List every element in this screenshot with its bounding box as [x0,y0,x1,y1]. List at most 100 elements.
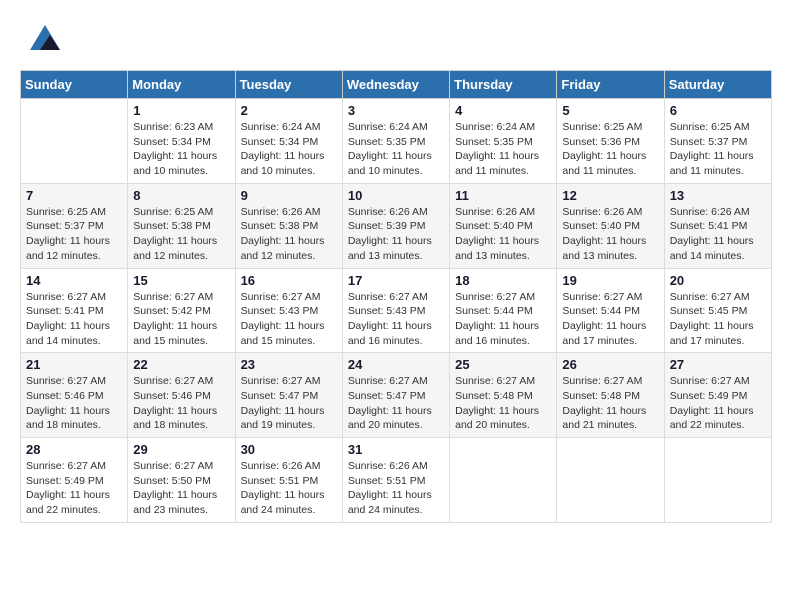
calendar-cell: 10Sunrise: 6:26 AMSunset: 5:39 PMDayligh… [342,183,449,268]
calendar-day-header: Sunday [21,71,128,99]
day-number: 29 [133,442,229,457]
day-number: 19 [562,273,658,288]
day-info: Sunrise: 6:26 AMSunset: 5:51 PMDaylight:… [348,459,444,518]
day-number: 8 [133,188,229,203]
calendar-cell: 23 Sunrise: 6:27 AMSunset: 5:47 PMDayligh… [235,353,342,438]
calendar-cell: 9 Sunrise: 6:26 AMSunset: 5:38 PMDaylight… [235,183,342,268]
calendar-cell: 2 Sunrise: 6:24 AMSunset: 5:34 PMDaylight… [235,99,342,184]
day-number: 17 [348,273,444,288]
day-info: Sunrise: 6:26 AMSunset: 5:38 PMDaylight:… [241,205,337,264]
logo [20,20,74,60]
calendar-day-header: Saturday [664,71,771,99]
day-info: Sunrise: 6:27 AMSunset: 5:42 PMDaylight:… [133,290,229,349]
day-info: Sunrise: 6:24 AMSunset: 5:35 PMDaylight:… [455,120,551,179]
day-number: 27 [670,357,766,372]
calendar-cell: 4Sunrise: 6:24 AMSunset: 5:35 PMDaylight… [450,99,557,184]
calendar-day-header: Thursday [450,71,557,99]
calendar-cell: 18 Sunrise: 6:27 AMSunset: 5:44 PMDayligh… [450,268,557,353]
calendar-cell [557,438,664,523]
calendar-day-header: Wednesday [342,71,449,99]
calendar-week-row: 7Sunrise: 6:25 AMSunset: 5:37 PMDaylight… [21,183,772,268]
day-number: 11 [455,188,551,203]
calendar-cell: 20Sunrise: 6:27 AMSunset: 5:45 PMDayligh… [664,268,771,353]
day-info: Sunrise: 6:27 AMSunset: 5:48 PMDaylight:… [562,374,658,433]
calendar-cell: 14Sunrise: 6:27 AMSunset: 5:41 PMDayligh… [21,268,128,353]
calendar-cell: 15Sunrise: 6:27 AMSunset: 5:42 PMDayligh… [128,268,235,353]
calendar-cell: 13 Sunrise: 6:26 AMSunset: 5:41 PMDayligh… [664,183,771,268]
calendar-day-header: Monday [128,71,235,99]
day-info: Sunrise: 6:26 AMSunset: 5:40 PMDaylight:… [455,205,551,264]
day-number: 3 [348,103,444,118]
day-number: 25 [455,357,551,372]
day-info: Sunrise: 6:24 AMSunset: 5:34 PMDaylight:… [241,120,337,179]
day-info: Sunrise: 6:27 AMSunset: 5:44 PMDaylight:… [562,290,658,349]
calendar-week-row: 28 Sunrise: 6:27 AMSunset: 5:49 PMDayligh… [21,438,772,523]
day-info: Sunrise: 6:25 AMSunset: 5:38 PMDaylight:… [133,205,229,264]
calendar-cell: 25 Sunrise: 6:27 AMSunset: 5:48 PMDayligh… [450,353,557,438]
day-info: Sunrise: 6:27 AMSunset: 5:44 PMDaylight:… [455,290,551,349]
calendar-cell: 12 Sunrise: 6:26 AMSunset: 5:40 PMDayligh… [557,183,664,268]
day-number: 30 [241,442,337,457]
calendar-cell: 28 Sunrise: 6:27 AMSunset: 5:49 PMDayligh… [21,438,128,523]
day-number: 22 [133,357,229,372]
logo-icon [20,20,70,60]
day-info: Sunrise: 6:27 AMSunset: 5:49 PMDaylight:… [670,374,766,433]
calendar-cell: 19 Sunrise: 6:27 AMSunset: 5:44 PMDayligh… [557,268,664,353]
calendar-cell: 3Sunrise: 6:24 AMSunset: 5:35 PMDaylight… [342,99,449,184]
calendar-day-header: Tuesday [235,71,342,99]
day-number: 18 [455,273,551,288]
day-number: 5 [562,103,658,118]
calendar-cell: 24 Sunrise: 6:27 AMSunset: 5:47 PMDayligh… [342,353,449,438]
day-info: Sunrise: 6:27 AMSunset: 5:46 PMDaylight:… [133,374,229,433]
calendar-cell: 29Sunrise: 6:27 AMSunset: 5:50 PMDayligh… [128,438,235,523]
day-info: Sunrise: 6:25 AMSunset: 5:37 PMDaylight:… [26,205,122,264]
calendar-header-row: SundayMondayTuesdayWednesdayThursdayFrid… [21,71,772,99]
day-info: Sunrise: 6:27 AMSunset: 5:49 PMDaylight:… [26,459,122,518]
day-info: Sunrise: 6:27 AMSunset: 5:45 PMDaylight:… [670,290,766,349]
day-info: Sunrise: 6:27 AMSunset: 5:48 PMDaylight:… [455,374,551,433]
day-number: 13 [670,188,766,203]
calendar-cell: 30 Sunrise: 6:26 AMSunset: 5:51 PMDayligh… [235,438,342,523]
calendar-week-row: 21 Sunrise: 6:27 AMSunset: 5:46 PMDayligh… [21,353,772,438]
day-number: 16 [241,273,337,288]
day-number: 1 [133,103,229,118]
calendar-cell: 27 Sunrise: 6:27 AMSunset: 5:49 PMDayligh… [664,353,771,438]
calendar-cell [21,99,128,184]
day-info: Sunrise: 6:26 AMSunset: 5:41 PMDaylight:… [670,205,766,264]
calendar-cell: 31 Sunrise: 6:26 AMSunset: 5:51 PMDayligh… [342,438,449,523]
day-number: 9 [241,188,337,203]
calendar-cell: 7Sunrise: 6:25 AMSunset: 5:37 PMDaylight… [21,183,128,268]
day-info: Sunrise: 6:27 AMSunset: 5:46 PMDaylight:… [26,374,122,433]
day-number: 14 [26,273,122,288]
calendar-cell: 16 Sunrise: 6:27 AMSunset: 5:43 PMDayligh… [235,268,342,353]
calendar-table: SundayMondayTuesdayWednesdayThursdayFrid… [20,70,772,523]
day-info: Sunrise: 6:23 AMSunset: 5:34 PMDaylight:… [133,120,229,179]
day-number: 24 [348,357,444,372]
page-wrapper: SundayMondayTuesdayWednesdayThursdayFrid… [20,20,772,523]
day-number: 10 [348,188,444,203]
day-number: 2 [241,103,337,118]
day-number: 12 [562,188,658,203]
day-info: Sunrise: 6:27 AMSunset: 5:43 PMDaylight:… [241,290,337,349]
day-info: Sunrise: 6:27 AMSunset: 5:43 PMDaylight:… [348,290,444,349]
calendar-cell [450,438,557,523]
calendar-cell: 22 Sunrise: 6:27 AMSunset: 5:46 PMDayligh… [128,353,235,438]
calendar-week-row: 1 Sunrise: 6:23 AMSunset: 5:34 PMDaylight… [21,99,772,184]
day-info: Sunrise: 6:27 AMSunset: 5:47 PMDaylight:… [348,374,444,433]
day-number: 6 [670,103,766,118]
calendar-day-header: Friday [557,71,664,99]
day-number: 26 [562,357,658,372]
day-info: Sunrise: 6:27 AMSunset: 5:47 PMDaylight:… [241,374,337,433]
calendar-cell: 5 Sunrise: 6:25 AMSunset: 5:36 PMDaylight… [557,99,664,184]
day-info: Sunrise: 6:25 AMSunset: 5:36 PMDaylight:… [562,120,658,179]
calendar-cell: 11 Sunrise: 6:26 AMSunset: 5:40 PMDayligh… [450,183,557,268]
day-info: Sunrise: 6:26 AMSunset: 5:51 PMDaylight:… [241,459,337,518]
page-header [20,20,772,60]
day-number: 23 [241,357,337,372]
day-number: 21 [26,357,122,372]
day-info: Sunrise: 6:26 AMSunset: 5:40 PMDaylight:… [562,205,658,264]
calendar-cell: 1 Sunrise: 6:23 AMSunset: 5:34 PMDaylight… [128,99,235,184]
day-number: 31 [348,442,444,457]
calendar-week-row: 14Sunrise: 6:27 AMSunset: 5:41 PMDayligh… [21,268,772,353]
day-number: 28 [26,442,122,457]
